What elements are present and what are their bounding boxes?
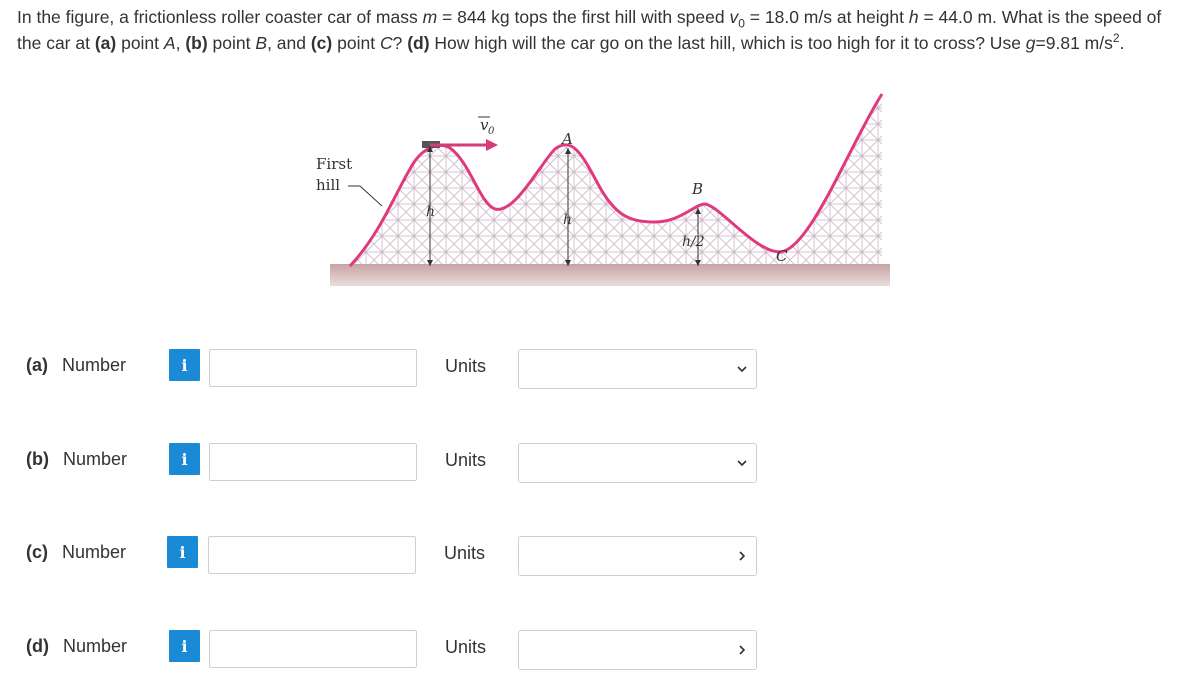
number-input-b[interactable] [209, 443, 417, 481]
svg-text:First: First [316, 155, 352, 173]
part-label: (a) Number [26, 355, 127, 375]
svg-text:h: h [426, 204, 435, 220]
units-label: Units [445, 637, 487, 657]
chevron-down-icon [739, 551, 746, 561]
part-label: (d) Number [26, 636, 128, 656]
first-hill-label: First hill [316, 155, 383, 207]
svg-text:0: 0 [488, 126, 495, 137]
units-select-d[interactable] [518, 630, 757, 670]
answer-row-b: (b) Number i Units [0, 438, 1187, 483]
chevron-down-icon [737, 460, 747, 467]
units-select-b[interactable] [518, 443, 757, 483]
info-icon[interactable]: i [167, 536, 198, 568]
answer-row-d: (d) Number i Units [0, 625, 1187, 670]
units-label: Units [444, 543, 486, 563]
number-input-c[interactable] [208, 536, 416, 574]
number-input-d[interactable] [209, 630, 417, 668]
part-label: (b) Number [26, 449, 128, 469]
answer-row-a: (a) Number i Units [0, 344, 1187, 389]
part-label: (c) Number [26, 542, 127, 562]
units-label: Units [445, 450, 487, 470]
roller-coaster-figure: v 0 First hill h h A B h/2 C [316, 93, 890, 286]
point-c-label: C [776, 247, 788, 265]
svg-text:hill: hill [316, 176, 340, 194]
units-label: Units [445, 356, 487, 376]
units-select-a[interactable] [518, 349, 757, 389]
number-input-a[interactable] [209, 349, 417, 387]
svg-text:h/2: h/2 [682, 234, 705, 250]
info-icon[interactable]: i [169, 349, 200, 381]
v0-label: v 0 [478, 116, 495, 137]
units-select-c[interactable] [518, 536, 757, 576]
answer-row-c: (c) Number i Units [0, 531, 1187, 576]
info-icon[interactable]: i [169, 630, 200, 662]
point-a-label: A [560, 130, 573, 148]
chevron-down-icon [737, 366, 747, 373]
point-b-label: B [691, 180, 703, 198]
info-icon[interactable]: i [169, 443, 200, 475]
chevron-down-icon [739, 645, 746, 655]
question-text: In the figure, a frictionless roller coa… [17, 7, 1162, 53]
ground [330, 264, 890, 286]
svg-text:h: h [563, 212, 572, 228]
